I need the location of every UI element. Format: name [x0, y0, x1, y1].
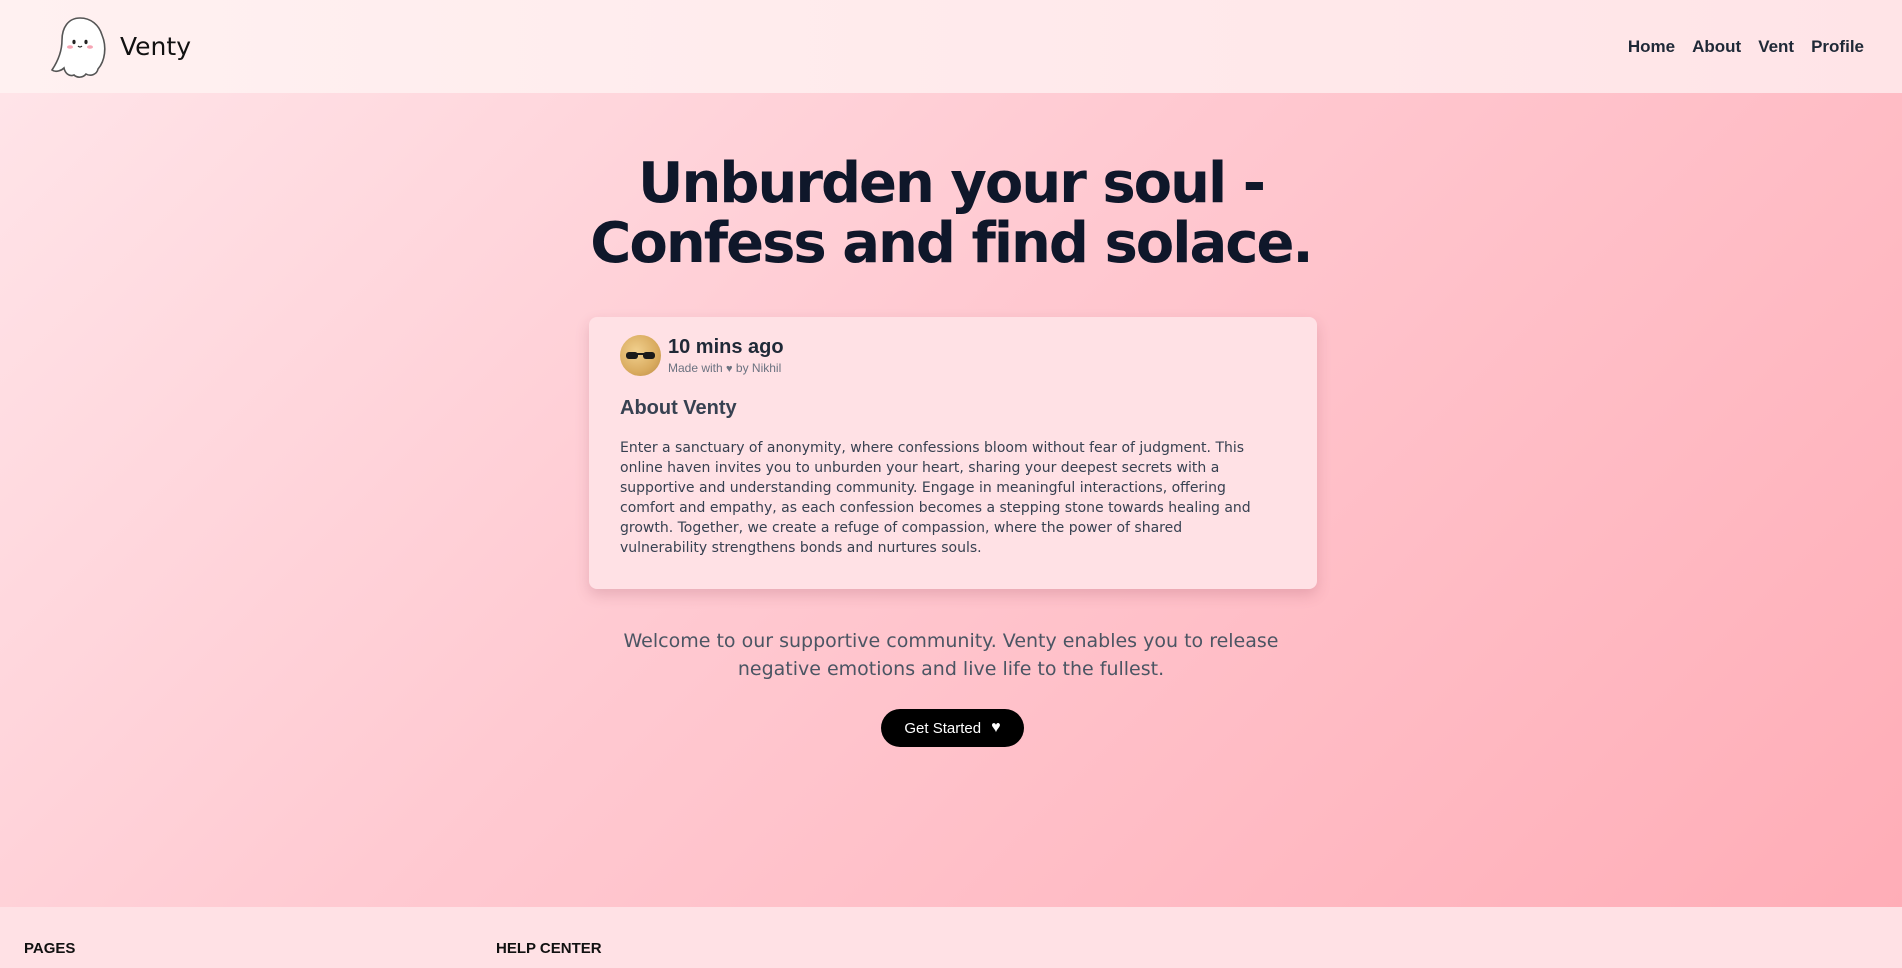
made-with-prefix: Made with [668, 361, 723, 375]
avatar [620, 335, 661, 376]
navbar: Venty Home About Vent Profile [0, 0, 1902, 93]
nav-vent[interactable]: Vent [1758, 37, 1794, 57]
get-started-button[interactable]: Get Started ♥ [881, 709, 1024, 747]
card-body: Enter a sanctuary of anonymity, where co… [620, 440, 1251, 556]
footer-pages-heading: PAGES [24, 940, 76, 957]
footer: PAGES HELP CENTER [0, 907, 1902, 968]
post-time: 10 mins ago [668, 336, 784, 358]
brand[interactable]: Venty [50, 15, 191, 79]
footer-help-center-heading: HELP CENTER [496, 940, 602, 957]
hero-title: Unburden your soul - Confess and find so… [0, 154, 1902, 274]
card-header: 10 mins ago Made with ♥ by Nikhil [620, 335, 1286, 376]
welcome-text: Welcome to our supportive community. Ven… [623, 630, 1279, 680]
made-with-credit: Made with ♥ by Nikhil [668, 361, 784, 375]
nav-home[interactable]: Home [1628, 37, 1675, 57]
main-nav: Home About Vent Profile [1628, 37, 1864, 57]
hero-title-line2: Confess and find solace. [590, 211, 1313, 276]
brand-name: Venty [120, 32, 191, 61]
heart-icon: ♥ [991, 719, 1001, 736]
heart-icon: ♥ [726, 363, 733, 375]
nav-profile[interactable]: Profile [1811, 37, 1864, 57]
get-started-label: Get Started [904, 719, 982, 737]
about-card: 10 mins ago Made with ♥ by Nikhil About … [589, 317, 1317, 589]
ghost-logo-icon [50, 16, 106, 78]
hero-title-line1: Unburden your soul - [638, 151, 1266, 216]
made-with-suffix: by Nikhil [735, 361, 782, 375]
nav-about[interactable]: About [1692, 37, 1741, 57]
sunglasses-icon [626, 352, 655, 359]
card-title: About Venty [620, 397, 737, 419]
card-meta: 10 mins ago Made with ♥ by Nikhil [668, 336, 784, 375]
